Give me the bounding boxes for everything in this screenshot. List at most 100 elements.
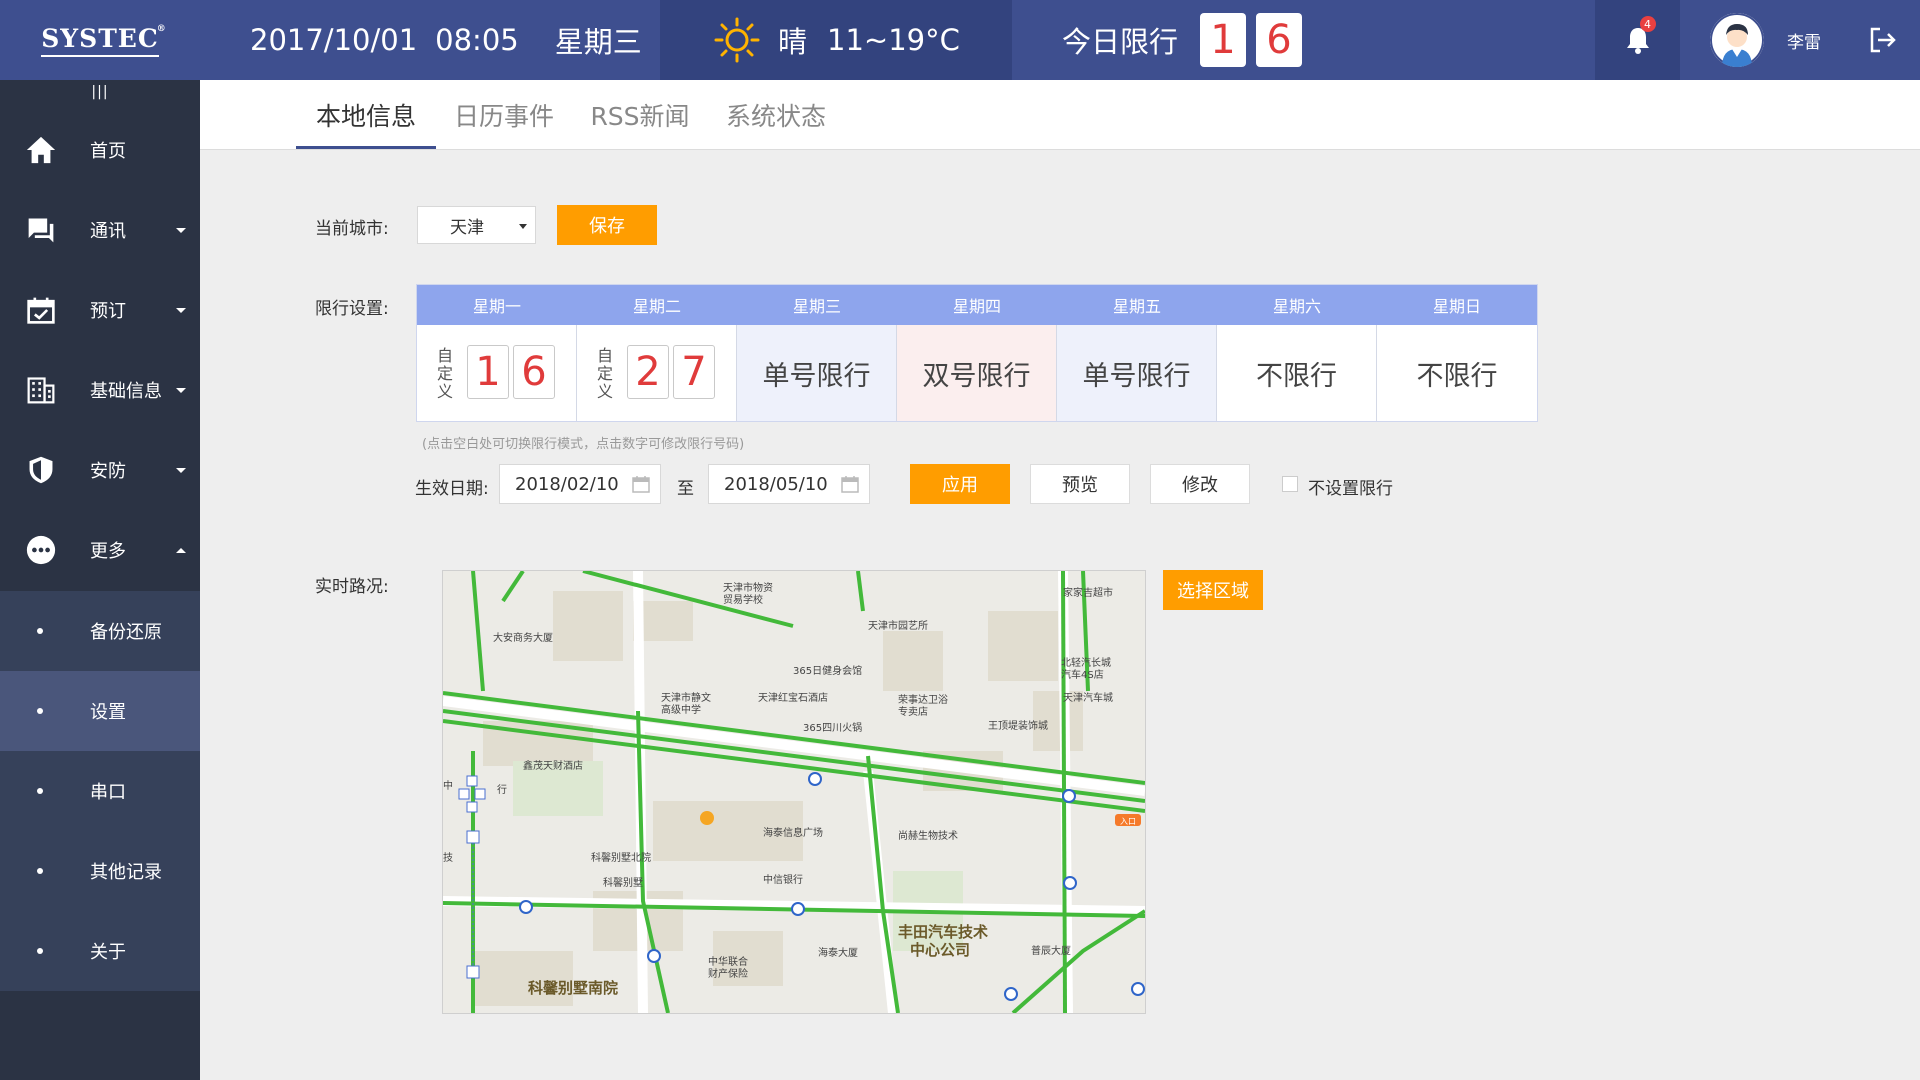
- sidebar-item-comm[interactable]: 通讯: [0, 190, 200, 270]
- tab-system-status[interactable]: 系统状态: [708, 80, 844, 149]
- limit-cell-friday[interactable]: 单号限行: [1057, 325, 1217, 421]
- sidebar-item-security[interactable]: 安防: [0, 430, 200, 510]
- limit-cell-monday[interactable]: 自定义 1 6: [417, 325, 577, 421]
- top-bar: SYSTEC ® 2017/10/01 08:05 星期三 晴 11~19°C 今…: [0, 0, 1920, 80]
- username[interactable]: 李雷: [1787, 0, 1821, 80]
- notification-button[interactable]: 4: [1595, 0, 1680, 80]
- weather-panel: 晴 11~19°C: [660, 0, 1012, 80]
- modify-button[interactable]: 修改: [1150, 464, 1250, 504]
- sidebar-item-home[interactable]: 首页: [0, 110, 200, 190]
- svg-text:天津市静文: 天津市静文: [661, 691, 711, 704]
- limit-number[interactable]: 7: [673, 345, 715, 399]
- bullet: [37, 948, 43, 954]
- weekday-header: 星期六: [1272, 297, 1321, 316]
- svg-text:鑫茂天财酒店: 鑫茂天财酒店: [523, 759, 583, 772]
- date-to-value: 2018/05/10: [724, 473, 828, 495]
- tab-calendar-events[interactable]: 日历事件: [436, 80, 572, 149]
- submenu-item-backup[interactable]: 备份还原: [0, 591, 200, 671]
- bullet: [37, 708, 43, 714]
- tab-local-info[interactable]: 本地信息: [296, 80, 436, 149]
- limit-digit: 1: [1200, 13, 1247, 67]
- limit-cell-thursday[interactable]: 双号限行: [897, 325, 1057, 421]
- chevron-down-icon: [176, 227, 186, 233]
- submenu-label: 其他记录: [90, 862, 162, 883]
- today-limit: 今日限行 1 6: [1012, 0, 1597, 80]
- preview-button[interactable]: 预览: [1030, 464, 1130, 504]
- date: 2017/10/01: [250, 23, 418, 57]
- calendar-icon[interactable]: [632, 475, 650, 493]
- notification-badge: 4: [1639, 16, 1656, 32]
- no-limit-checkbox[interactable]: [1282, 476, 1298, 492]
- svg-text:海泰信息广场: 海泰信息广场: [763, 826, 823, 839]
- svg-text:科馨别墅南院: 科馨别墅南院: [528, 979, 618, 997]
- time: 08:05: [435, 23, 519, 57]
- submenu-label: 设置: [90, 702, 126, 723]
- datetime: 2017/10/01 08:05 星期三: [250, 0, 642, 80]
- date-from-input[interactable]: 2018/02/10: [499, 464, 661, 504]
- submenu-item-settings[interactable]: 设置: [0, 671, 200, 751]
- logout-icon[interactable]: [1868, 25, 1898, 55]
- svg-text:中: 中: [443, 779, 453, 792]
- sidebar-item-more[interactable]: 更多: [0, 510, 200, 590]
- submenu-label: 关于: [90, 942, 126, 963]
- svg-text:天津市物资: 天津市物资: [723, 581, 773, 594]
- calendar-icon: [24, 293, 58, 327]
- svg-text:大安商务大厦: 大安商务大厦: [493, 631, 553, 644]
- sidebar-item-label: 通讯: [90, 221, 126, 242]
- submenu-item-about[interactable]: 关于: [0, 911, 200, 991]
- bullet: [37, 628, 43, 634]
- chat-icon: [24, 213, 58, 247]
- collapse-icon[interactable]: |||: [0, 84, 200, 100]
- svg-text:贸易学校: 贸易学校: [723, 593, 763, 606]
- dropdown-arrow-icon: [519, 224, 527, 229]
- limit-cell-tuesday[interactable]: 自定义 2 7: [577, 325, 737, 421]
- sidebar-item-booking[interactable]: 预订: [0, 270, 200, 350]
- apply-button[interactable]: 应用: [910, 464, 1010, 504]
- city-select[interactable]: 天津: [417, 206, 536, 244]
- limit-number[interactable]: 1: [467, 345, 509, 399]
- svg-text:365日健身会馆: 365日健身会馆: [793, 664, 862, 677]
- submenu-item-other-records[interactable]: 其他记录: [0, 831, 200, 911]
- save-button[interactable]: 保存: [557, 205, 657, 245]
- calendar-icon[interactable]: [841, 475, 859, 493]
- sidebar-item-label: 基础信息: [90, 381, 162, 402]
- svg-text:天津市园艺所: 天津市园艺所: [868, 619, 928, 632]
- no-limit-label[interactable]: 不设置限行: [1308, 474, 1393, 499]
- avatar[interactable]: [1710, 13, 1764, 67]
- svg-text:高级中学: 高级中学: [661, 703, 701, 716]
- limit-table: 星期一 星期二 星期三 星期四 星期五 星期六 星期日 自定义 1 6 自定义 …: [416, 284, 1538, 422]
- svg-text:中信银行: 中信银行: [763, 873, 803, 886]
- sidebar-item-label: 首页: [90, 141, 126, 162]
- svg-text:专卖店: 专卖店: [898, 705, 928, 718]
- svg-text:海泰大厦: 海泰大厦: [818, 946, 858, 959]
- traffic-map[interactable]: 天津市物资 贸易学校 天津市园艺所 家家吉超市 大安商务大厦 365日健身会馆 北…: [442, 570, 1146, 1014]
- date-to-input[interactable]: 2018/05/10: [708, 464, 870, 504]
- tab-rss-news[interactable]: RSS新闻: [572, 80, 708, 149]
- limit-cell-wednesday[interactable]: 单号限行: [737, 325, 897, 421]
- effective-date-label: 生效日期:: [415, 479, 489, 499]
- city-value: 天津: [450, 217, 484, 238]
- limit-cell-saturday[interactable]: 不限行: [1217, 325, 1377, 421]
- limit-number[interactable]: 2: [627, 345, 669, 399]
- svg-text:天津红宝石酒店: 天津红宝石酒店: [758, 691, 828, 704]
- limit-number[interactable]: 6: [513, 345, 555, 399]
- limit-table-header: 星期一 星期二 星期三 星期四 星期五 星期六 星期日: [417, 285, 1537, 325]
- weekday-header: 星期三: [792, 297, 841, 316]
- weekday-header: 星期四: [952, 297, 1001, 316]
- svg-text:中华联合: 中华联合: [708, 955, 748, 968]
- custom-label: 自定义: [597, 346, 614, 401]
- tab-active-indicator: [296, 146, 436, 149]
- sidebar-item-label: 安防: [90, 461, 126, 482]
- svg-text:汽车4S店: 汽车4S店: [1061, 668, 1104, 681]
- tab-bar: 本地信息 日历事件 RSS新闻 系统状态: [200, 80, 1920, 150]
- limit-cell-sunday[interactable]: 不限行: [1377, 325, 1537, 421]
- traffic-label: 实时路况:: [315, 577, 389, 597]
- sidebar-item-basic-info[interactable]: 基础信息: [0, 350, 200, 430]
- weekday-header: 星期日: [1432, 297, 1481, 316]
- limit-setting-label: 限行设置:: [315, 299, 389, 319]
- submenu-item-serial[interactable]: 串口: [0, 751, 200, 831]
- select-area-button[interactable]: 选择区域: [1163, 570, 1263, 610]
- sidebar-item-label: 预订: [90, 301, 126, 322]
- building-icon: [24, 373, 58, 407]
- submenu-label: 串口: [90, 782, 126, 803]
